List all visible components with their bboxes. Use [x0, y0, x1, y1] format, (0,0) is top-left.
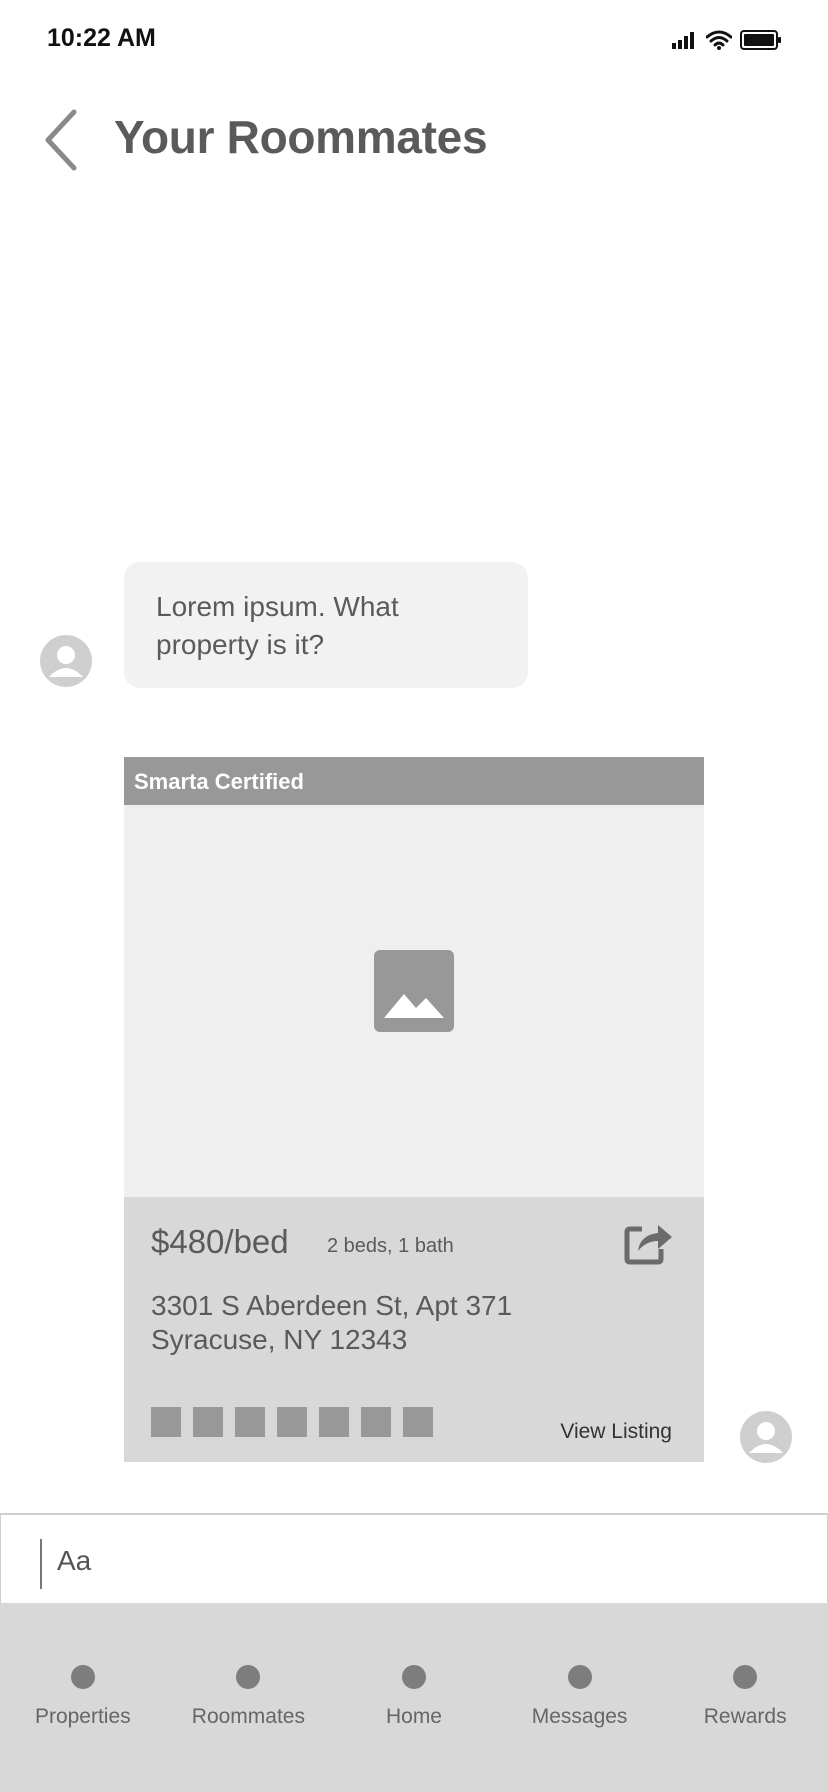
user-icon	[49, 646, 83, 677]
amenity-icon	[235, 1407, 265, 1437]
listing-beds-baths: 2 beds, 1 bath	[327, 1235, 454, 1257]
tab-roommates[interactable]: Roommates	[166, 1603, 332, 1792]
chat-screen: 10:22 AM Your Roommates Lorem ipsum. Wha…	[0, 0, 828, 1792]
amenity-icon	[403, 1407, 433, 1437]
certified-badge: Smarta Certified	[124, 757, 704, 805]
tab-messages[interactable]: Messages	[497, 1603, 663, 1792]
my-avatar[interactable]	[740, 1411, 792, 1463]
chevron-left-icon	[45, 109, 77, 171]
page-title: Your Roommates	[114, 111, 488, 163]
message-composer	[0, 1513, 828, 1603]
tab-label: Messages	[531, 1705, 628, 1728]
back-button[interactable]	[40, 108, 84, 172]
tab-label: Roommates	[191, 1705, 305, 1728]
tab-home[interactable]: Home	[331, 1603, 497, 1792]
status-time: 10:22 AM	[47, 24, 156, 52]
signal-icon	[672, 32, 694, 49]
tab-dot-icon	[401, 1665, 426, 1689]
tab-label: Properties	[34, 1705, 131, 1728]
listing-price: $480/bed	[151, 1223, 289, 1260]
amenity-icon	[319, 1407, 349, 1437]
text-caret	[40, 1539, 42, 1589]
tab-dot-icon	[733, 1665, 758, 1689]
amenity-icon	[193, 1407, 223, 1437]
listing-address: 3301 S Aberdeen St, Apt 371 Syracuse, NY…	[151, 1289, 512, 1357]
image-placeholder-icon	[374, 950, 454, 1032]
battery-icon	[740, 30, 781, 50]
listing-info: $480/bed 2 beds, 1 bath 3301 S Aberdeen …	[124, 1197, 704, 1462]
message-input[interactable]	[57, 1533, 797, 1589]
amenity-icon	[151, 1407, 181, 1437]
incoming-message-bubble: Lorem ipsum. What property is it?	[124, 562, 528, 688]
amenity-icons	[151, 1407, 433, 1437]
share-icon	[624, 1225, 672, 1265]
wifi-icon	[706, 30, 732, 50]
tab-label: Home	[385, 1705, 442, 1728]
user-icon	[749, 1422, 783, 1453]
listing-card[interactable]: Smarta Certified $480/bed 2 beds, 1 bath…	[124, 757, 704, 1462]
tab-properties[interactable]: Properties	[0, 1603, 166, 1792]
bottom-nav: Properties Roommates Home Messages Rewar…	[0, 1603, 828, 1792]
share-button[interactable]	[624, 1219, 674, 1265]
view-listing-link[interactable]: View Listing	[560, 1420, 672, 1444]
address-line-1: 3301 S Aberdeen St, Apt 371	[151, 1290, 513, 1321]
tab-dot-icon	[70, 1665, 95, 1689]
tab-label: Rewards	[703, 1705, 787, 1728]
tab-dot-icon	[236, 1665, 261, 1689]
tab-dot-icon	[567, 1665, 592, 1689]
roommate-avatar[interactable]	[40, 635, 92, 687]
status-icons	[672, 30, 782, 50]
address-line-2: Syracuse, NY 12343	[151, 1324, 408, 1355]
listing-image[interactable]	[124, 805, 704, 1197]
amenity-icon	[361, 1407, 391, 1437]
amenity-icon	[277, 1407, 307, 1437]
tab-rewards[interactable]: Rewards	[662, 1603, 828, 1792]
